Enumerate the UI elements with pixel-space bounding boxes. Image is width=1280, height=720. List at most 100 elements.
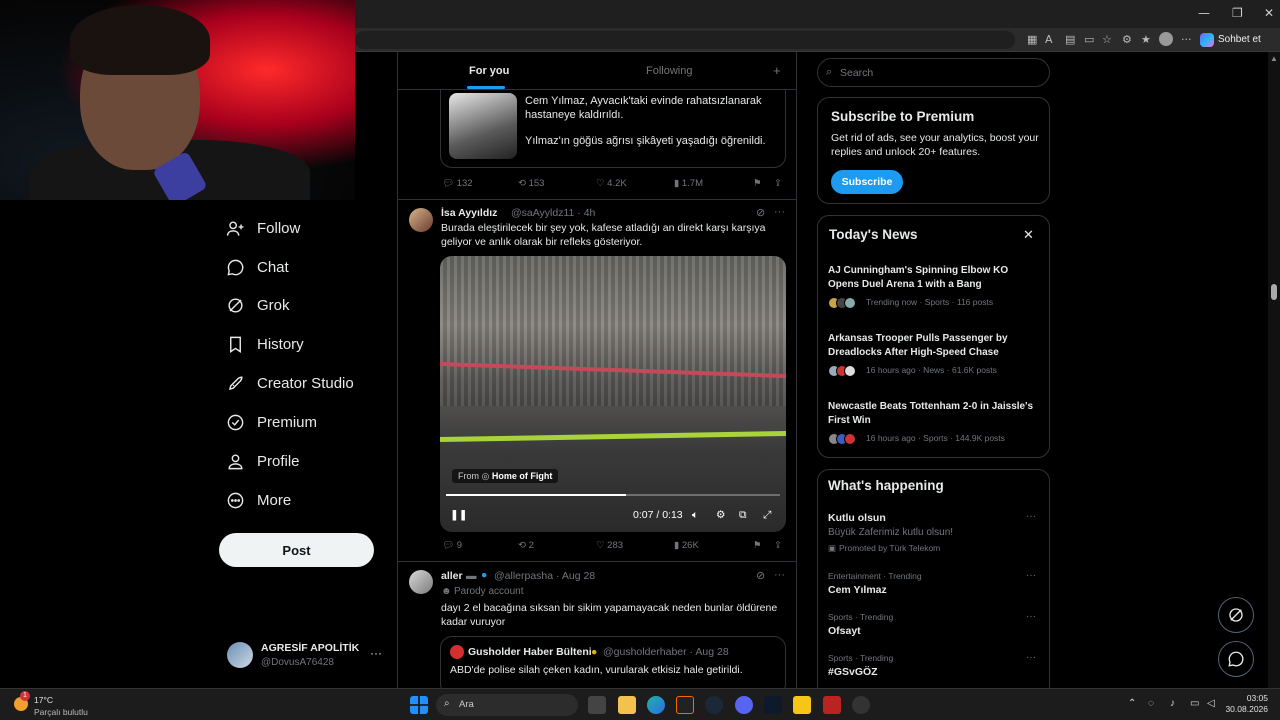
scroll-thumb[interactable]	[1271, 284, 1277, 300]
tweet3-handle[interactable]: @allerpasha · Aug 28	[494, 570, 595, 582]
network-icon[interactable]: ▭	[1190, 698, 1199, 709]
app-icon[interactable]	[793, 696, 811, 714]
repost-button[interactable]: ⟲ 153	[518, 178, 544, 189]
post-button[interactable]: Post	[219, 533, 374, 567]
app-grid-icon[interactable]: ▦	[1027, 33, 1037, 46]
tweet2-author-name[interactable]: İsa Ayyıldız	[441, 207, 497, 219]
share-icon[interactable]: ⇪	[774, 178, 782, 189]
trend-more-icon[interactable]: ···	[1026, 652, 1036, 663]
tab-following[interactable]: Following	[646, 65, 692, 77]
search-input[interactable]	[840, 65, 1040, 81]
trend-name[interactable]: #GSvGÖZ	[828, 666, 878, 678]
account-switcher[interactable]: AGRESİF APOLİTİK @DovusA76428 ···	[227, 641, 387, 671]
tweet3-more-icon[interactable]: ···	[774, 569, 785, 581]
address-bar[interactable]	[355, 31, 1015, 49]
video-progress-bar[interactable]	[446, 494, 780, 496]
scroll-up-icon[interactable]: ▲	[1270, 54, 1278, 63]
grok-small-icon[interactable]: ⊘	[756, 569, 765, 582]
nav-chat[interactable]: Chat	[226, 255, 289, 279]
subscribe-button[interactable]: Subscribe	[831, 170, 903, 194]
video-player[interactable]: From ◎ Home of Fight ❚❚ 0:07 / 0:13 🔈︎ ⚙…	[440, 256, 786, 532]
quoted-handle: @gusholderhaber · Aug 28	[603, 646, 729, 658]
file-explorer-icon[interactable]	[618, 696, 636, 714]
bookmark-icon[interactable]: ⚑	[753, 178, 762, 189]
share-icon[interactable]: ⇪	[774, 540, 782, 551]
news-item-title[interactable]: Newcastle Beats Tottenham 2-0 in Jaissle…	[828, 400, 1042, 427]
trend-more-icon[interactable]: ···	[1026, 570, 1036, 581]
microphone-icon[interactable]: ♪	[1170, 698, 1175, 709]
nav-grok[interactable]: Grok	[226, 293, 290, 317]
nav-premium[interactable]: Premium	[226, 410, 317, 434]
profile-avatar-icon[interactable]	[1159, 32, 1173, 46]
tweet3-author-name[interactable]: aller	[441, 570, 463, 582]
news-link-card[interactable]: Cem Yılmaz, Ayvacık'taki evinde rahatsız…	[440, 90, 786, 168]
video-source-label[interactable]: From ◎ Home of Fight	[452, 469, 559, 483]
search-box[interactable]: ⌕	[817, 58, 1050, 87]
quoted-avatar	[450, 645, 464, 659]
taskbar-search[interactable]: ⌕ Ara	[436, 694, 578, 716]
trend-name[interactable]: Cem Yılmaz	[828, 584, 887, 596]
app-icon[interactable]	[764, 696, 782, 714]
grok-fab[interactable]	[1218, 597, 1254, 633]
task-view-icon[interactable]	[588, 696, 606, 714]
like-button[interactable]: ♡ 4.2K	[596, 178, 627, 189]
grok-small-icon[interactable]: ⊘	[756, 206, 765, 219]
tray-app-icon[interactable]: ◌	[1148, 698, 1154, 709]
volume-icon[interactable]: ◁	[1207, 698, 1215, 709]
nav-follow[interactable]: Follow	[226, 216, 300, 240]
quoted-tweet[interactable]: Gusholder Haber Bülteni ● @gusholderhabe…	[440, 636, 786, 696]
tray-chevron-icon[interactable]: ⌃	[1128, 698, 1136, 709]
bookmark-icon[interactable]: ⚑	[753, 540, 762, 551]
reply-button[interactable]: 💬︎ 132	[442, 178, 473, 189]
close-icon[interactable]: ✕	[1023, 227, 1034, 243]
trend-more-icon[interactable]: ···	[1026, 611, 1036, 622]
steam-icon[interactable]	[705, 696, 723, 714]
tweet2-avatar[interactable]	[409, 208, 433, 232]
nav-more[interactable]: More	[226, 488, 291, 512]
repost-button[interactable]: ⟲ 2	[518, 540, 534, 551]
messages-fab[interactable]	[1218, 641, 1254, 677]
minimize-button[interactable]: —	[1198, 6, 1210, 20]
nav-history[interactable]: History	[226, 332, 304, 356]
nav-creator-studio[interactable]: Creator Studio	[226, 371, 354, 395]
system-clock[interactable]: 03:05 30.08.2026	[1222, 693, 1268, 715]
trend-more-icon[interactable]: ···	[1026, 511, 1036, 522]
copilot-chat-button[interactable]: Sohbet et	[1200, 31, 1261, 49]
edge-icon[interactable]	[647, 696, 665, 714]
tab-for-you[interactable]: For you	[469, 65, 509, 77]
volume-icon[interactable]: 🔈︎	[692, 509, 698, 522]
add-tab-icon[interactable]: +	[773, 63, 781, 78]
favorites-icon[interactable]: ★	[1141, 33, 1151, 46]
start-icon[interactable]	[410, 696, 428, 714]
extensions-icon[interactable]: ⚙	[1122, 33, 1132, 46]
views-button[interactable]: ▮ 1.7M	[674, 178, 703, 189]
nav-profile[interactable]: Profile	[226, 449, 300, 473]
close-window-button[interactable]: ✕	[1264, 6, 1274, 20]
app-icon[interactable]	[676, 696, 694, 714]
picture-in-picture-icon[interactable]: ⧉	[739, 509, 747, 522]
trend-name[interactable]: Ofsayt	[828, 625, 861, 637]
obs-icon[interactable]	[852, 696, 870, 714]
tweet3-avatar[interactable]	[409, 570, 433, 594]
reply-button[interactable]: 💬︎ 9	[442, 540, 462, 551]
fullscreen-icon[interactable]: ⤢	[763, 509, 771, 522]
app-icon[interactable]	[823, 696, 841, 714]
pause-icon[interactable]: ❚❚	[450, 509, 468, 521]
tweet2-handle[interactable]: @saAyyldz11 · 4h	[511, 207, 595, 219]
promo-trend-name[interactable]: Kutlu olsun	[828, 512, 886, 524]
settings-gear-icon[interactable]: ⚙	[716, 509, 725, 521]
tweet2-more-icon[interactable]: ···	[774, 206, 785, 218]
news-item-title[interactable]: Arkansas Trooper Pulls Passenger by Drea…	[828, 332, 1042, 359]
translate-icon[interactable]: A	[1045, 33, 1053, 46]
maximize-button[interactable]: ❐	[1232, 6, 1243, 20]
page-scrollbar[interactable]: ▲	[1268, 52, 1280, 688]
account-more-icon[interactable]: ···	[370, 646, 382, 660]
favorite-star-icon[interactable]: ☆	[1102, 33, 1112, 46]
cast-icon[interactable]: ▭	[1084, 33, 1094, 46]
reader-icon[interactable]: ▤	[1065, 33, 1075, 46]
like-button[interactable]: ♡ 283	[596, 540, 623, 551]
discord-icon[interactable]	[735, 696, 753, 714]
news-item-title[interactable]: AJ Cunningham's Spinning Elbow KO Opens …	[828, 264, 1042, 291]
more-menu-icon[interactable]: ···	[1181, 33, 1192, 46]
views-button[interactable]: ▮ 26K	[674, 540, 699, 551]
